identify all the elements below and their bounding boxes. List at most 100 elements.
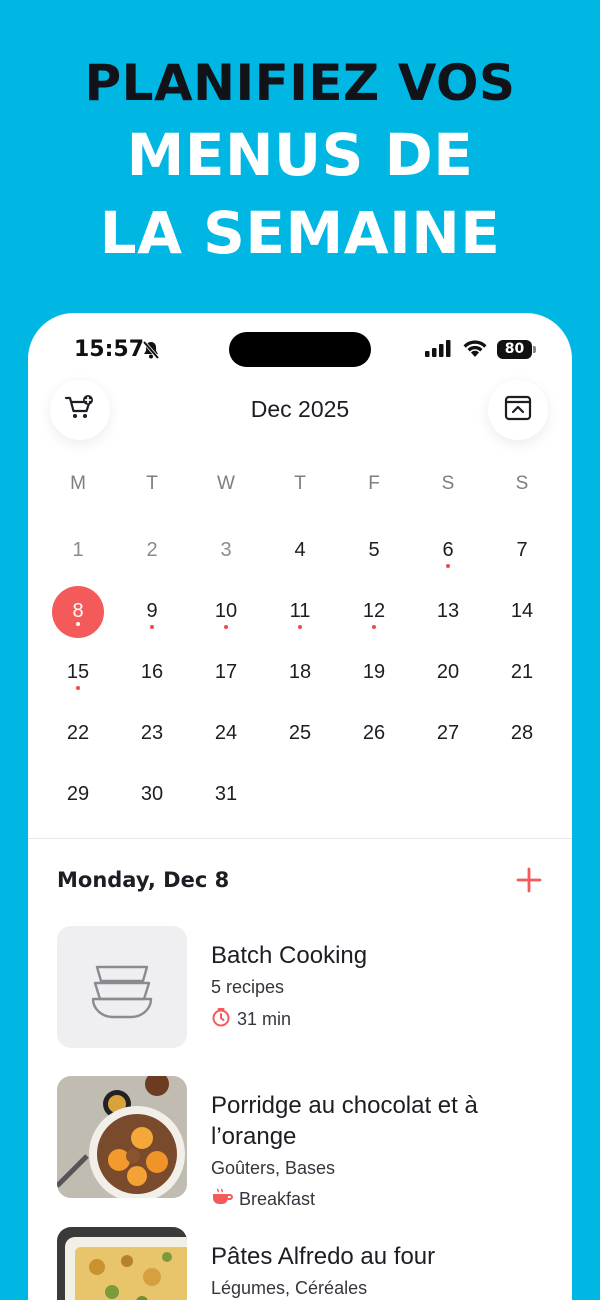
weekday-label: S: [441, 473, 455, 494]
calendar-day-number: 11: [289, 600, 311, 622]
calendar-day[interactable]: 21: [485, 642, 559, 703]
meal-info: Pâtes Alfredo au four Légumes, Céréales: [211, 1241, 541, 1299]
meal-title: Porridge au chocolat et à l’orange: [211, 1092, 478, 1150]
meal-meta: Breakfast: [211, 1188, 541, 1211]
calendar-day[interactable]: 22: [41, 703, 115, 764]
calendar-day-number: 14: [510, 600, 534, 622]
calendar-day[interactable]: 23: [115, 703, 189, 764]
calendar-day[interactable]: 2: [115, 520, 189, 581]
meal-subtitle: 5 recipes: [211, 977, 285, 997]
calendar-day[interactable]: 10: [189, 581, 263, 642]
calendar-day[interactable]: 24: [189, 703, 263, 764]
meal-card[interactable]: Pâtes Alfredo au four Légumes, Céréales: [57, 1227, 547, 1300]
calendar-day-number: 22: [66, 722, 90, 744]
calendar-day[interactable]: 4: [263, 520, 337, 581]
calendar-day-number: 6: [442, 539, 454, 561]
pasta-bake-photo: [57, 1227, 187, 1300]
calendar-day[interactable]: 9: [115, 581, 189, 642]
calendar-day-number: 20: [436, 661, 460, 683]
calendar-day-number: 16: [140, 661, 164, 683]
weekday-label: W: [217, 473, 235, 494]
meal-subtitle: Légumes, Céréales: [211, 1278, 368, 1298]
calendar-day-number: 15: [66, 661, 90, 683]
calendar-day-number: 23: [140, 722, 164, 744]
calendar-day[interactable]: 19: [337, 642, 411, 703]
calendar-day-number: 13: [436, 600, 460, 622]
meal-indicator-dot: [224, 625, 228, 629]
calendar-day[interactable]: 29: [41, 764, 115, 825]
meal-type: Breakfast: [239, 1189, 316, 1209]
weekday-label: F: [368, 473, 380, 494]
meal-indicator-dot: [76, 686, 80, 690]
calendar-day[interactable]: 3: [189, 520, 263, 581]
calendar-day-number: 24: [214, 722, 238, 744]
selected-day-title: Monday, Dec 8: [57, 868, 230, 892]
add-meal-button[interactable]: [514, 865, 544, 895]
meal-meta: 31 min: [211, 1007, 541, 1032]
calendar-day[interactable]: 5: [337, 520, 411, 581]
calendar-day[interactable]: 11: [263, 581, 337, 642]
wifi-icon: [462, 339, 488, 363]
meal-card[interactable]: Batch Cooking 5 recipes 31 min: [57, 926, 547, 1056]
meal-card[interactable]: Porridge au chocolat et à l’orange Goûte…: [57, 1076, 547, 1209]
meal-indicator-dot: [76, 622, 80, 626]
calendar-day-number: 12: [362, 600, 386, 622]
calendar-day-number: 31: [214, 783, 238, 805]
calendar-day-number: 17: [214, 661, 238, 683]
weekday-label: M: [70, 473, 86, 494]
timer-icon: [211, 1007, 231, 1032]
calendar-day-number: 7: [516, 539, 528, 561]
calendar-day-number: 30: [140, 783, 164, 805]
weekday-label: T: [146, 473, 158, 494]
calendar-day-number: 5: [368, 539, 380, 561]
calendar-day-number: 1: [72, 539, 84, 561]
meal-duration: 31 min: [237, 1009, 292, 1029]
meal-title: Batch Cooking: [211, 942, 368, 969]
collapse-calendar-button[interactable]: [488, 380, 548, 440]
bowls-placeholder-icon: [57, 926, 187, 1048]
calendar-day[interactable]: 30: [115, 764, 189, 825]
phone-screen: 15:57 80 Dec 2025 M T W T F S S 12345678…: [28, 313, 572, 1300]
calendar-day-number: 9: [146, 600, 158, 622]
calendar-day[interactable]: 25: [263, 703, 337, 764]
calendar-day[interactable]: 1: [41, 520, 115, 581]
calendar-day-number: 19: [362, 661, 386, 683]
calendar-day[interactable]: 13: [411, 581, 485, 642]
calendar-day[interactable]: 14: [485, 581, 559, 642]
weekday-label: T: [294, 473, 306, 494]
weekday-header: M T W T F S S: [41, 473, 559, 495]
calendar-day[interactable]: 26: [337, 703, 411, 764]
calendar-day[interactable]: 15: [41, 642, 115, 703]
calendar-day[interactable]: 27: [411, 703, 485, 764]
bell-slash-icon: [141, 340, 161, 365]
calendar-day[interactable]: 20: [411, 642, 485, 703]
calendar-day-number: 4: [294, 539, 306, 561]
porridge-photo: [57, 1076, 187, 1198]
meal-indicator-dot: [446, 564, 450, 568]
headline-line-3: LA SEMAINE: [99, 199, 501, 267]
calendar-day[interactable]: 17: [189, 642, 263, 703]
battery-tip: [533, 346, 536, 353]
calendar-day[interactable]: 18: [263, 642, 337, 703]
calendar-day[interactable]: 6: [411, 520, 485, 581]
calendar-day[interactable]: 7: [485, 520, 559, 581]
calendar-day-selected[interactable]: 8: [41, 581, 115, 642]
meal-indicator-dot: [372, 625, 376, 629]
calendar-day-number: 2: [146, 539, 158, 561]
calendar-day[interactable]: 28: [485, 703, 559, 764]
calendar-day-number: 25: [288, 722, 312, 744]
calendar-day-number: 8: [52, 585, 104, 638]
calendar-day[interactable]: 31: [189, 764, 263, 825]
cellular-signal-icon: [425, 340, 453, 363]
calendar-day-number: 3: [220, 539, 232, 561]
calendar-day-number: 26: [362, 722, 386, 744]
headline-line-1: PLANIFIEZ VOS: [84, 54, 516, 112]
calendar-day[interactable]: 12: [337, 581, 411, 642]
status-bar: 15:57 80: [28, 313, 572, 383]
calendar-day-number: 21: [510, 661, 534, 683]
headline-line-2: MENUS DE: [126, 121, 474, 189]
calendar-grid: 1 2 3 4 5 6 7 8 9 10 11 12 13 14 15 16 17 18 19 20 21 22 23 24 2…: [41, 520, 559, 825]
calendar-day[interactable]: 16: [115, 642, 189, 703]
meal-info: Batch Cooking 5 recipes 31 min: [211, 940, 541, 1032]
promo-headline: PLANIFIEZ VOS MENUS DE LA SEMAINE: [0, 50, 600, 272]
